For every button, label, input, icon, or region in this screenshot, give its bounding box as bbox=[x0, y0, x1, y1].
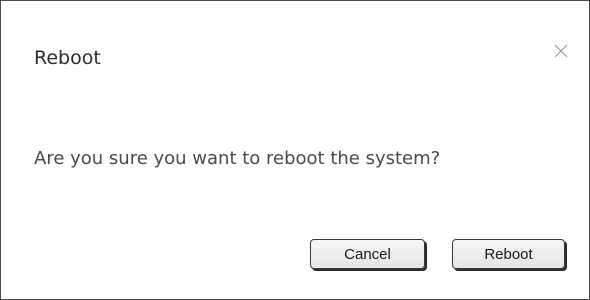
reboot-dialog: Reboot Are you sure you want to reboot t… bbox=[0, 0, 590, 300]
close-button[interactable] bbox=[551, 41, 571, 61]
dialog-message: Are you sure you want to reboot the syst… bbox=[34, 148, 441, 169]
close-icon[interactable] bbox=[554, 44, 568, 58]
reboot-button[interactable]: Reboot bbox=[452, 239, 565, 269]
dialog-title: Reboot bbox=[34, 47, 101, 69]
cancel-button[interactable]: Cancel bbox=[310, 239, 425, 269]
